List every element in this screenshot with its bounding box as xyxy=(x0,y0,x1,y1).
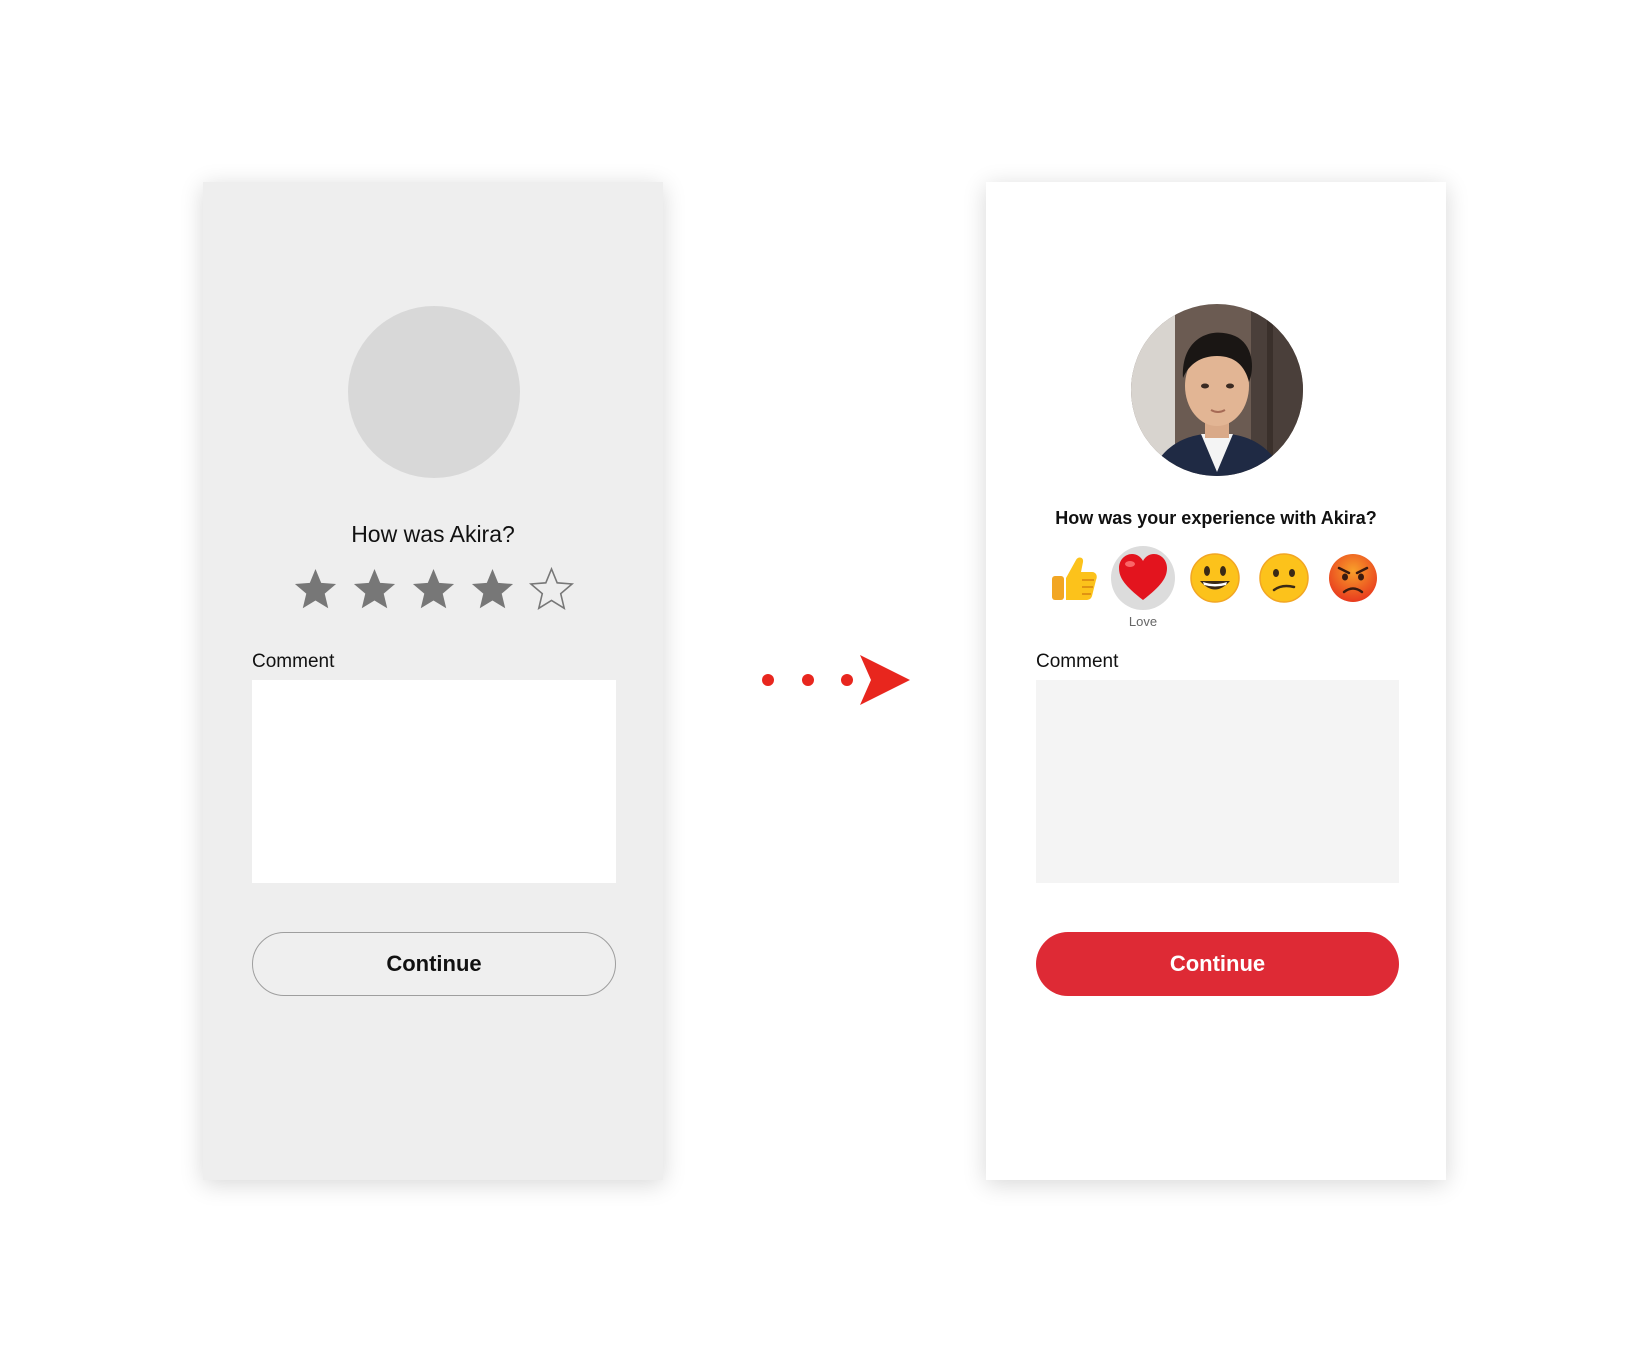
star-filled-icon[interactable] xyxy=(469,566,516,613)
comment-field[interactable] xyxy=(1036,680,1399,883)
star-empty-icon[interactable] xyxy=(528,566,575,613)
comparison-stage: How was Akira? Comment Continue How was … xyxy=(0,0,1646,1354)
star-filled-icon[interactable] xyxy=(292,566,339,613)
experience-question: How was your experience with Akira? xyxy=(1055,508,1377,528)
angry-face-icon[interactable] xyxy=(1325,550,1381,606)
comment-label: Comment xyxy=(252,651,335,672)
rating-question: How was Akira? xyxy=(351,521,515,547)
comment-field[interactable] xyxy=(252,680,616,883)
continue-button[interactable]: Continue xyxy=(252,932,616,996)
star-filled-icon[interactable] xyxy=(351,566,398,613)
comment-label: Comment xyxy=(1036,651,1119,672)
smiley-icon[interactable] xyxy=(1187,550,1243,606)
reaction-label: Love xyxy=(1128,614,1158,629)
continue-button[interactable]: Continue xyxy=(1036,932,1399,996)
star-rating[interactable] xyxy=(203,566,663,613)
thumbs-up-icon[interactable] xyxy=(1046,550,1102,606)
final-screen: How was your experience with Akira? Love xyxy=(986,182,1446,1180)
arrow-right-icon xyxy=(762,655,910,705)
avatar xyxy=(1131,304,1303,476)
confused-face-icon[interactable] xyxy=(1256,550,1312,606)
wireframe-screen: How was Akira? Comment Continue xyxy=(203,182,663,1180)
heart-icon[interactable] xyxy=(1115,550,1171,606)
star-filled-icon[interactable] xyxy=(410,566,457,613)
avatar-placeholder xyxy=(348,306,520,478)
